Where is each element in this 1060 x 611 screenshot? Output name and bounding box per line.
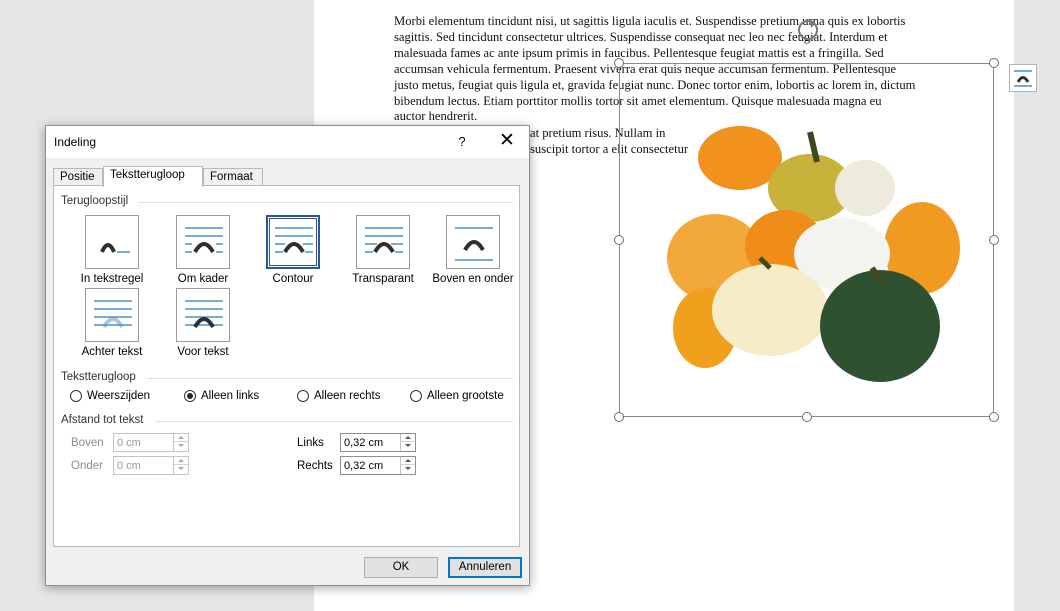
radio-label: Alleen rechts — [314, 390, 381, 402]
wrap-option-label: Boven en onder — [432, 273, 514, 285]
distance-right-field[interactable] — [340, 456, 416, 475]
resize-handle[interactable] — [989, 58, 999, 68]
close-button[interactable]: ✕ — [494, 130, 520, 154]
layout-dialog: Indeling ? ✕ Positie Tekstterugloop Form… — [45, 125, 530, 586]
radio-label: Alleen links — [201, 390, 260, 402]
wrap-option-through[interactable]: Transparant — [338, 215, 428, 285]
in-front-text-icon — [176, 288, 230, 342]
distance-bottom-label: Onder — [71, 460, 103, 472]
wrap-option-square[interactable]: Om kader — [158, 215, 248, 285]
wrap-option-top-bottom[interactable]: Boven en onder — [428, 215, 518, 285]
wrap-option-label: Om kader — [177, 273, 229, 285]
tight-wrap-icon — [266, 215, 320, 269]
section-label-wrap-text: Tekstterugloop — [61, 371, 136, 383]
wrap-option-label: Contour — [272, 273, 314, 285]
spin-up-icon[interactable] — [174, 457, 188, 465]
spin-buttons — [173, 434, 188, 451]
wrap-option-label: Transparant — [352, 273, 414, 285]
divider — [147, 378, 513, 379]
wrap-option-tight[interactable]: Contour — [248, 215, 338, 285]
dialog-title: Indeling — [54, 135, 97, 149]
document-fragment-area-lower — [530, 414, 910, 610]
spin-up-icon[interactable] — [401, 434, 415, 442]
square-wrap-icon — [176, 215, 230, 269]
distance-top-label: Boven — [71, 437, 104, 449]
wrap-option-behind[interactable]: Achter tekst — [67, 288, 157, 358]
distance-left-input[interactable] — [341, 434, 401, 451]
section-label-distance: Afstand tot tekst — [61, 414, 144, 426]
radio-label: Weerszijden — [87, 390, 151, 402]
radio-circle — [184, 390, 196, 402]
image-selection-frame — [619, 63, 994, 417]
tab-formaat[interactable]: Formaat — [203, 168, 263, 186]
distance-left-field[interactable] — [340, 433, 416, 452]
radio-left-only[interactable]: Alleen links — [184, 390, 259, 402]
distance-top-input[interactable] — [114, 434, 174, 451]
radio-circle — [70, 390, 82, 402]
rotate-handle-icon[interactable] — [798, 20, 818, 40]
top-bottom-wrap-icon — [446, 215, 500, 269]
spin-down-icon[interactable] — [401, 465, 415, 473]
inline-wrap-icon — [85, 215, 139, 269]
section-label-wrap-style: Terugloopstijl — [61, 195, 129, 207]
wrap-option-label: In tekstregel — [80, 273, 144, 285]
radio-circle — [297, 390, 309, 402]
spin-up-icon[interactable] — [174, 434, 188, 442]
distance-right-label: Rechts — [297, 460, 333, 472]
ok-button[interactable]: OK — [364, 557, 438, 578]
distance-bottom-field[interactable] — [113, 456, 189, 475]
radio-circle — [410, 390, 422, 402]
wrap-option-in-front[interactable]: Voor tekst — [158, 288, 248, 358]
spin-buttons — [400, 457, 415, 474]
resize-handle[interactable] — [989, 412, 999, 422]
spin-buttons — [400, 434, 415, 451]
wrap-option-label: Voor tekst — [177, 346, 229, 358]
radio-right-only[interactable]: Alleen rechts — [297, 390, 380, 402]
layout-options-icon — [1014, 70, 1032, 87]
distance-left-label: Links — [297, 437, 324, 449]
layout-options-button[interactable] — [1009, 64, 1037, 92]
radio-both-sides[interactable]: Weerszijden — [70, 390, 150, 402]
spin-down-icon[interactable] — [401, 442, 415, 450]
distance-right-input[interactable] — [341, 457, 401, 474]
resize-handle[interactable] — [614, 412, 624, 422]
cancel-button[interactable]: Annuleren — [448, 557, 522, 578]
radio-largest-only[interactable]: Alleen grootste — [410, 390, 504, 402]
dialog-titlebar[interactable]: Indeling ? ✕ — [46, 126, 529, 158]
behind-text-icon — [85, 288, 139, 342]
tab-panel: Terugloopstijl In tekstregel Om kader Co… — [53, 185, 520, 547]
radio-label: Alleen grootste — [427, 390, 504, 402]
divider — [156, 421, 513, 422]
wrap-option-inline[interactable]: In tekstregel — [67, 215, 157, 285]
spin-up-icon[interactable] — [401, 457, 415, 465]
resize-handle[interactable] — [802, 412, 812, 422]
divider — [138, 202, 513, 203]
resize-handle[interactable] — [614, 235, 624, 245]
wrap-option-label: Achter tekst — [81, 346, 143, 358]
resize-handle[interactable] — [614, 58, 624, 68]
spin-down-icon[interactable] — [174, 442, 188, 450]
distance-bottom-input[interactable] — [114, 457, 174, 474]
resize-handle[interactable] — [989, 235, 999, 245]
tab-tekstterugloop[interactable]: Tekstterugloop — [103, 166, 203, 187]
help-button[interactable]: ? — [451, 130, 473, 154]
tab-positie[interactable]: Positie — [53, 168, 103, 186]
spin-down-icon[interactable] — [174, 465, 188, 473]
spin-buttons — [173, 457, 188, 474]
distance-top-field[interactable] — [113, 433, 189, 452]
through-wrap-icon — [356, 215, 410, 269]
